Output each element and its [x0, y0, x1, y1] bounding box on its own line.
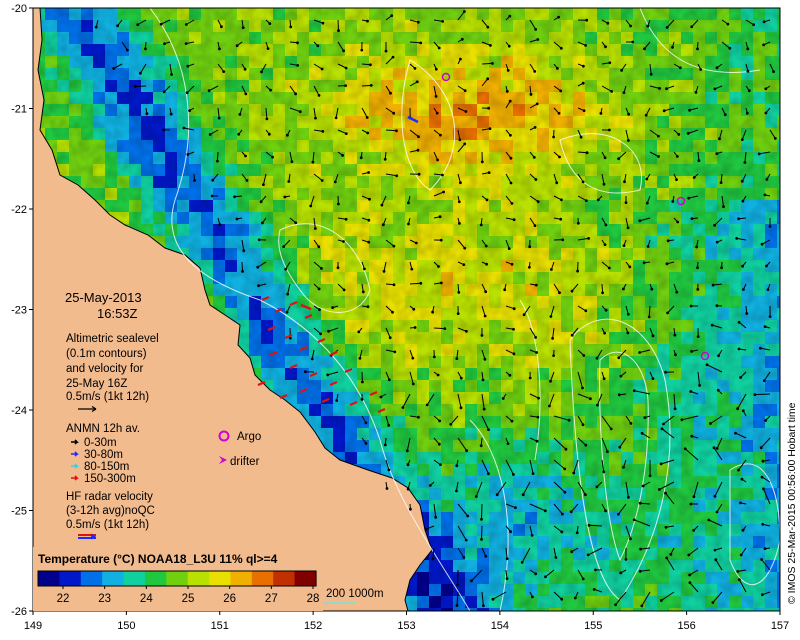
lat-tick-label: -21 [11, 104, 27, 116]
colorbar-tick-label: 24 [140, 593, 153, 605]
copyright-text: © IMOS 25-Mar-2015 00:56:00 Hobart time [786, 402, 798, 604]
colorbar-tick-label: 25 [182, 593, 195, 605]
lon-tick-label: 153 [397, 620, 415, 632]
time-label: 16:53Z [97, 306, 138, 321]
colorbar-tick-label: 22 [57, 593, 70, 605]
bathy-legend-label: 200 1000m [326, 588, 384, 600]
hf-line: 0.5m/s (1kt 12h) [66, 519, 149, 531]
lat-tick-label: -23 [11, 305, 27, 317]
lat-tick-label: -22 [11, 204, 27, 216]
colorbar-swatch [102, 571, 125, 586]
colorbar-tick-label: 27 [265, 593, 278, 605]
lon-tick-label: 152 [304, 620, 322, 632]
anmn-depth-label: 80-150m [84, 461, 129, 473]
lat-tick-label: -24 [11, 405, 27, 417]
sst-map-figure: 149 150 151 152 153 154 155 156 157 -20 -21 -22 -23… [11, 3, 798, 632]
lon-tick-label: 150 [117, 620, 135, 632]
lon-tick-label: 154 [491, 620, 509, 632]
altimetry-line: 25-May 16Z [66, 378, 127, 390]
drifter-legend-label: drifter [230, 456, 260, 468]
altimetry-line: and velocity for [66, 363, 144, 375]
colorbar-swatch [166, 571, 189, 586]
colorbar-swatch [230, 571, 253, 586]
hf-line: (3-12h avg)noQC [66, 505, 155, 517]
colorbar-swatch [80, 571, 103, 586]
colorbar-swatch [273, 571, 296, 586]
colorbar-swatches [38, 571, 317, 586]
altimetry-line: Altimetric sealevel [66, 333, 159, 345]
date-label: 25-May-2013 [65, 290, 142, 305]
lat-tick-label: -25 [11, 506, 27, 518]
lon-tick-label: 156 [677, 620, 695, 632]
colorbar-tick-label: 28 [307, 593, 320, 605]
colorbar-swatch [144, 571, 167, 586]
argo-legend-label: Argo [237, 431, 261, 443]
colorbar-swatch [251, 571, 274, 586]
anmn-title: ANMN 12h av. [66, 423, 140, 435]
colorbar-tick-label: 23 [98, 593, 111, 605]
lat-tick-label: -20 [11, 3, 27, 15]
colorbar-swatch [294, 571, 317, 586]
lon-tick-label: 151 [211, 620, 229, 632]
colorbar-title: Temperature (°C) NOAA18_L3U 11% ql>=4 [38, 552, 278, 566]
colorbar-swatch [209, 571, 232, 586]
anmn-depth-label: 0-30m [84, 437, 117, 449]
colorbar-swatch [123, 571, 146, 586]
anmn-depth-label: 150-300m [84, 473, 136, 485]
lat-tick-label: -26 [11, 606, 27, 618]
longitude-axis: 149 150 151 152 153 154 155 156 157 [24, 611, 789, 632]
latitude-axis: -20 -21 -22 -23 -24 -25 -26 [11, 3, 33, 618]
colorbar-swatch [187, 571, 210, 586]
altimetry-line: (0.1m contours) [66, 348, 147, 360]
lon-tick-label: 155 [584, 620, 602, 632]
altimetry-line: 0.5m/s (1kt 12h) [66, 391, 149, 403]
colorbar-swatch [38, 571, 60, 586]
lon-tick-label: 157 [771, 620, 789, 632]
colorbar-tick-label: 26 [223, 593, 236, 605]
anmn-depth-label: 30-80m [84, 449, 123, 461]
lon-tick-label: 149 [24, 620, 42, 632]
hf-line: HF radar velocity [66, 491, 153, 503]
colorbar-swatch [59, 571, 82, 586]
